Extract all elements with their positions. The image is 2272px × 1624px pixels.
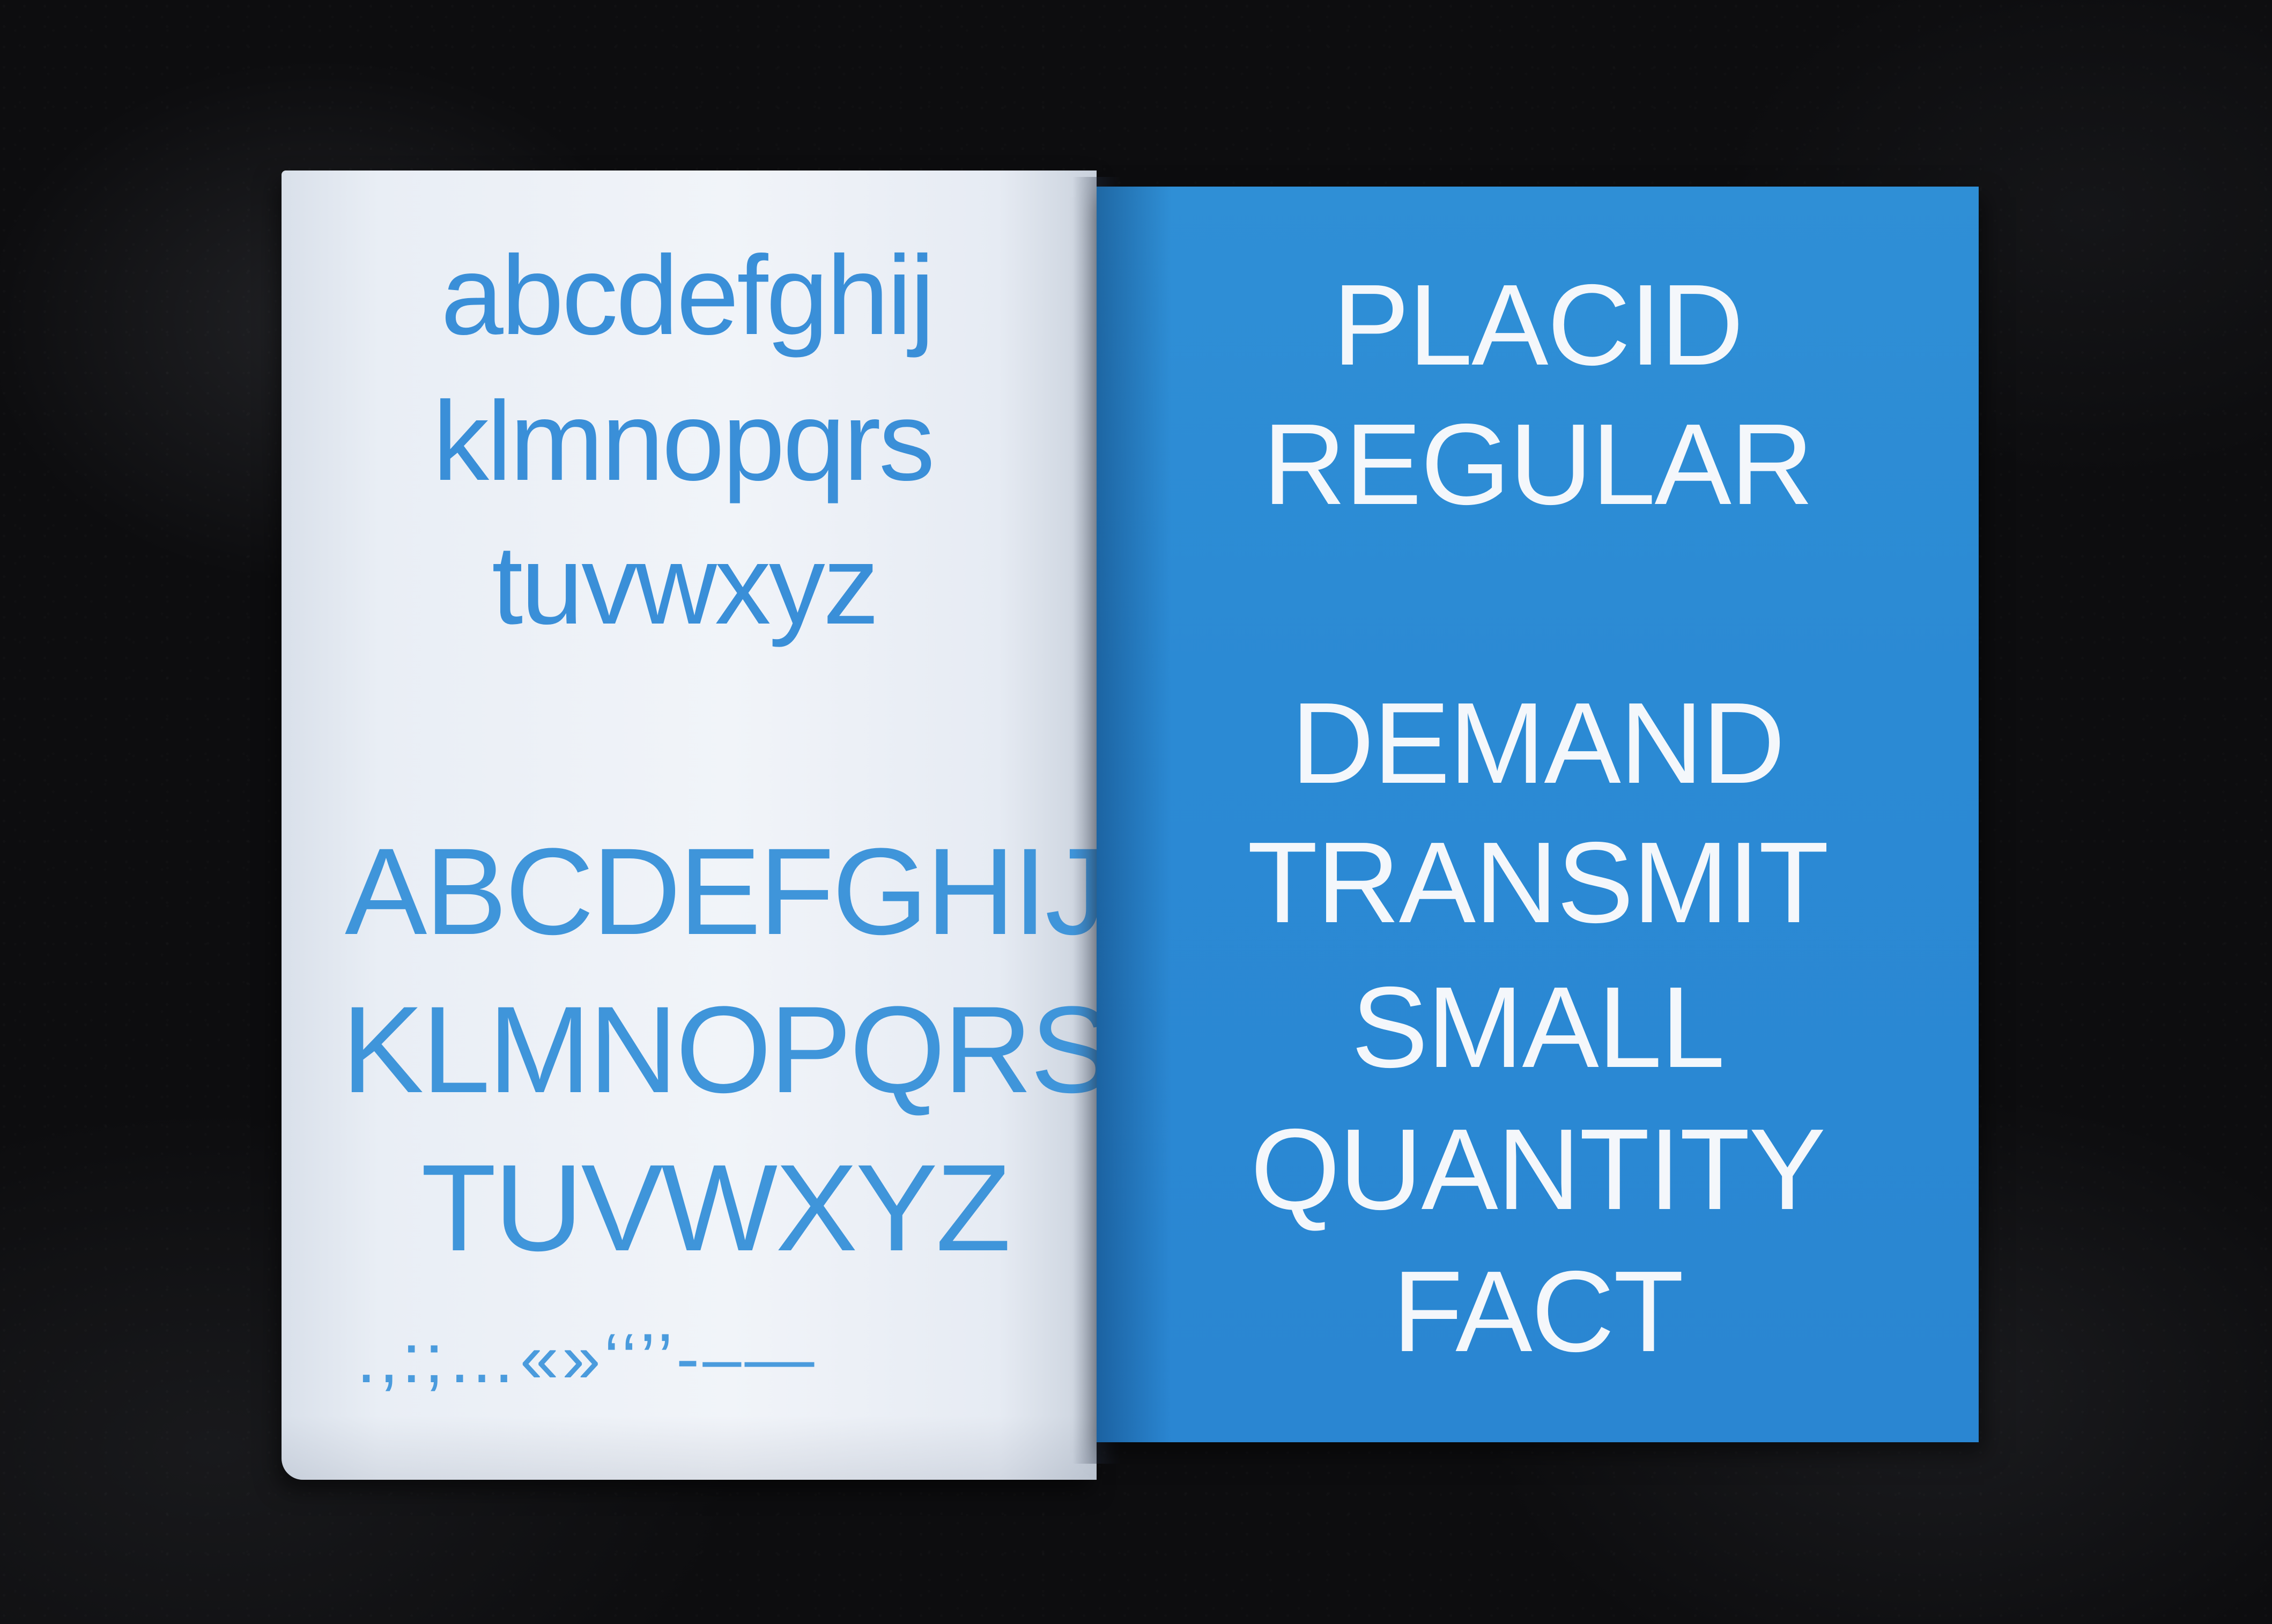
title-line-1: PLACID — [1333, 260, 1744, 389]
uppercase-line-2: KLMNOPQRS — [342, 981, 1097, 1118]
word-line-transmit: TRANSMIT — [1247, 818, 1829, 947]
word-line-demand: DEMAND — [1291, 678, 1786, 807]
word-line-quantity: QUANTITY — [1250, 1104, 1826, 1234]
open-booklet: abcdefghij klmnopqrs tuvwxyz ABCDEFGHIJ … — [0, 0, 2272, 1624]
lowercase-line-3: tuvwxyz — [492, 522, 879, 648]
left-page: abcdefghij klmnopqrs tuvwxyz ABCDEFGHIJ … — [282, 170, 1097, 1480]
lowercase-line-2: klmnopqrs — [433, 378, 935, 504]
right-page: PLACID REGULAR DEMAND TRANSMIT SMALL QUA… — [1097, 187, 1979, 1442]
title-line-2: REGULAR — [1262, 399, 1814, 529]
word-line-small: SMALL — [1351, 962, 1725, 1092]
word-line-fact: FACT — [1392, 1247, 1684, 1376]
photo-scene: abcdefghij klmnopqrs tuvwxyz ABCDEFGHIJ … — [0, 0, 2272, 1624]
uppercase-line-3: TUVWXYZ — [421, 1139, 1011, 1277]
punctuation-line: .,:;…«»‘‘’’-–— — [357, 1319, 818, 1397]
lowercase-line-1: abcdefghij — [441, 232, 935, 358]
page-curl-shadow — [282, 1415, 1097, 1480]
uppercase-line-1: ABCDEFGHIJ — [345, 822, 1097, 960]
